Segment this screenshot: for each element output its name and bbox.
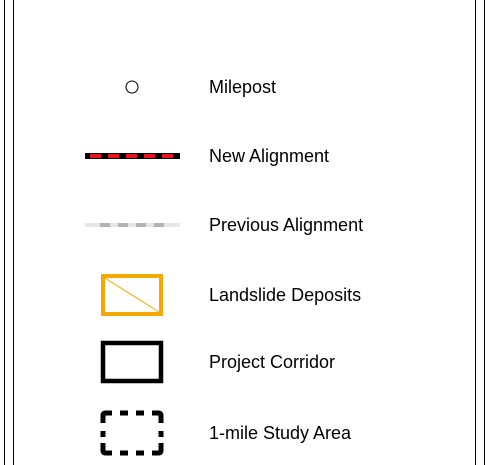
legend-item-new-alignment: New Alignment <box>60 126 470 186</box>
legend-item-1-mile-study-area: 1-mile Study Area <box>60 403 470 463</box>
milepost-circle-icon <box>60 57 204 117</box>
map-legend: Milepost New Alignment Previous Alignmen… <box>0 0 490 465</box>
study-area-checkered-box-icon <box>60 403 204 463</box>
legend-item-milepost: Milepost <box>60 57 470 117</box>
new-alignment-line-icon <box>60 126 204 186</box>
legend-item-previous-alignment: Previous Alignment <box>60 195 470 255</box>
project-corridor-box-icon <box>60 332 204 392</box>
legend-label-previous-alignment: Previous Alignment <box>209 215 364 235</box>
legend-item-landslide-deposits: Landslide Deposits <box>60 265 470 325</box>
legend-label-milepost: Milepost <box>209 77 277 97</box>
landslide-deposits-box-icon <box>60 265 204 325</box>
legend-label-new-alignment: New Alignment <box>209 146 330 166</box>
legend-label-project-corridor: Project Corridor <box>209 352 336 372</box>
previous-alignment-line-icon <box>60 195 204 255</box>
legend-label-landslide-deposits: Landslide Deposits <box>209 285 362 305</box>
legend-item-project-corridor: Project Corridor <box>60 332 470 392</box>
legend-label-1-mile-study-area: 1-mile Study Area <box>209 423 352 443</box>
